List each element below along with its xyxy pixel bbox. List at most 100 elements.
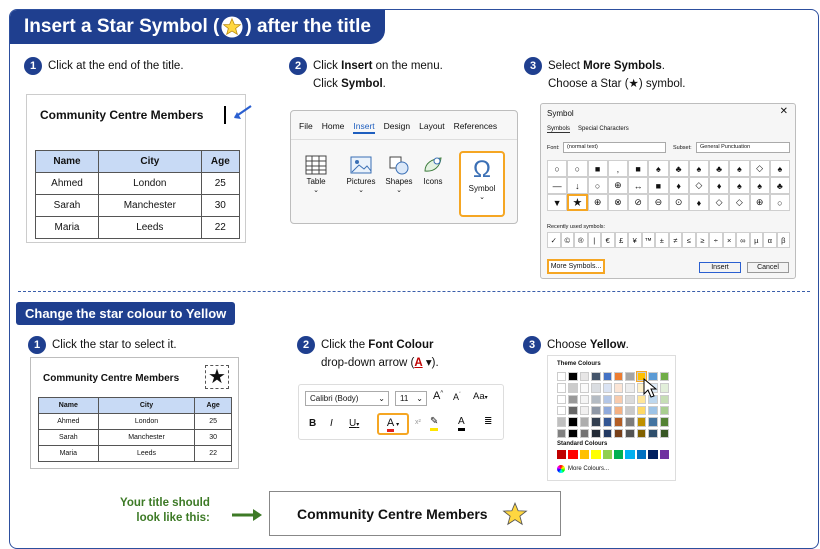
colour-swatch[interactable] xyxy=(659,428,669,438)
symbol-cell[interactable]: ⊙ xyxy=(668,194,689,211)
symbol-cell[interactable]: ♦ xyxy=(709,177,730,194)
symbol-cell[interactable]: ♠ xyxy=(729,177,750,194)
symbol-cell[interactable]: ♣ xyxy=(709,160,730,177)
colour-swatch[interactable] xyxy=(659,383,669,393)
text-colour-button[interactable]: A xyxy=(458,416,465,431)
colour-swatch[interactable] xyxy=(557,450,567,459)
symbol-cell[interactable]: ♣ xyxy=(769,177,790,194)
symbol-cell[interactable]: ■ xyxy=(587,160,608,177)
change-case-button[interactable]: Aa▾ xyxy=(473,391,488,402)
symbol-cell[interactable]: ♠ xyxy=(729,160,750,177)
recent-symbol-cell[interactable]: ™ xyxy=(641,232,655,248)
symbol-cell[interactable]: ◇ xyxy=(749,160,770,177)
recent-symbol-cell[interactable]: ¥ xyxy=(628,232,642,248)
recent-symbol-cell[interactable]: β xyxy=(776,232,790,248)
symbol-cell[interactable]: ♣ xyxy=(668,160,689,177)
align-icon[interactable]: ≣ xyxy=(484,416,492,427)
recent-symbol-cell[interactable]: ≤ xyxy=(682,232,696,248)
colour-swatch[interactable] xyxy=(625,394,635,404)
colour-swatch[interactable] xyxy=(591,394,601,404)
colour-swatch[interactable] xyxy=(579,428,590,438)
recent-symbol-cell[interactable]: ∞ xyxy=(736,232,750,248)
insert-button[interactable]: Insert xyxy=(699,262,741,273)
colour-swatch[interactable] xyxy=(591,428,601,438)
colour-swatch[interactable] xyxy=(648,450,658,459)
colour-swatch[interactable] xyxy=(625,383,635,393)
symbol-cell[interactable]: ◇ xyxy=(688,177,709,194)
colour-swatch[interactable] xyxy=(568,450,578,459)
colour-swatch[interactable] xyxy=(613,417,624,427)
symbol-cell[interactable]: ♦ xyxy=(668,177,689,194)
grow-font-button[interactable]: A^ xyxy=(433,390,443,402)
colour-swatch[interactable] xyxy=(659,417,669,427)
colour-swatch[interactable] xyxy=(648,405,658,416)
table-button[interactable]: Table ⌄ xyxy=(301,155,331,194)
font-size-select[interactable]: 11 ⌄ xyxy=(395,391,427,406)
colour-swatch[interactable] xyxy=(568,372,578,382)
colour-swatch[interactable] xyxy=(613,383,624,393)
symbol-cell[interactable]: ⊘ xyxy=(628,194,649,211)
underline-button[interactable]: U▾ xyxy=(349,418,359,429)
recent-symbol-cell[interactable]: © xyxy=(560,232,574,248)
font-colour-button[interactable]: A ▾ xyxy=(377,413,409,435)
tab-file[interactable]: File xyxy=(299,121,313,134)
colour-swatch[interactable] xyxy=(602,428,612,438)
colour-swatch[interactable] xyxy=(568,405,578,416)
colour-swatch[interactable] xyxy=(613,394,624,404)
colour-swatch[interactable] xyxy=(636,428,647,438)
symbol-cell[interactable]: ⊗ xyxy=(607,194,628,211)
highlight-button[interactable]: ✎ xyxy=(430,416,439,431)
colour-swatch[interactable] xyxy=(625,428,635,438)
colour-swatch[interactable] xyxy=(602,383,612,393)
symbol-cell[interactable]: ↔ xyxy=(628,177,649,194)
symbol-cell[interactable]: ⊕ xyxy=(749,194,770,211)
symbol-cell[interactable]: ♠ xyxy=(648,160,669,177)
colour-swatch[interactable] xyxy=(557,394,567,404)
colour-swatch[interactable] xyxy=(579,405,590,416)
colour-swatch[interactable] xyxy=(636,450,647,459)
colour-swatch[interactable] xyxy=(557,383,567,393)
colour-swatch[interactable] xyxy=(613,405,624,416)
symbol-cell[interactable]: ○ xyxy=(547,160,568,177)
colour-swatch[interactable] xyxy=(613,428,624,438)
subset-select[interactable]: General Punctuation xyxy=(696,142,790,153)
colour-swatch[interactable] xyxy=(659,372,669,382)
recent-symbol-cell[interactable]: ≥ xyxy=(695,232,709,248)
colour-swatch[interactable] xyxy=(602,372,612,382)
font-family-select[interactable]: Calibri (Body) ⌄ xyxy=(305,391,389,406)
colour-swatch[interactable] xyxy=(579,372,590,382)
symbol-cell[interactable]: ■ xyxy=(648,177,669,194)
recent-symbol-cell[interactable]: | xyxy=(587,232,601,248)
tab-references[interactable]: References xyxy=(454,121,497,134)
symbol-cell[interactable]: ○ xyxy=(567,160,588,177)
symbol-cell[interactable]: ♦ xyxy=(688,194,709,211)
colour-swatch[interactable] xyxy=(659,450,669,459)
colour-swatch[interactable] xyxy=(568,417,578,427)
tab-insert[interactable]: Insert xyxy=(353,121,375,134)
colour-swatch[interactable] xyxy=(648,417,658,427)
colour-swatch[interactable] xyxy=(579,383,590,393)
colour-swatch[interactable] xyxy=(613,450,624,459)
colour-swatch[interactable] xyxy=(591,405,601,416)
recent-symbol-cell[interactable]: × xyxy=(722,232,736,248)
colour-swatch[interactable] xyxy=(579,394,590,404)
symbol-cell[interactable]: ♠ xyxy=(769,160,790,177)
tab-symbols[interactable]: Symbols xyxy=(547,126,571,133)
colour-swatch[interactable] xyxy=(602,394,612,404)
colour-swatch[interactable] xyxy=(557,405,567,416)
colour-swatch[interactable] xyxy=(613,372,624,382)
icons-button[interactable]: Icons xyxy=(419,155,447,186)
colour-swatch[interactable] xyxy=(648,428,658,438)
colour-swatch[interactable] xyxy=(568,383,578,393)
shapes-button[interactable]: Shapes ⌄ xyxy=(383,155,415,194)
more-colours-button[interactable]: More Colours... xyxy=(557,465,609,473)
symbol-button[interactable]: Ω Symbol ⌄ xyxy=(459,151,505,217)
selected-star-icon[interactable]: ★ xyxy=(205,365,229,389)
table-heading[interactable]: Community Centre Members xyxy=(40,108,203,122)
symbol-cell[interactable]: ○ xyxy=(587,177,608,194)
close-icon[interactable]: ✕ xyxy=(780,106,788,117)
pictures-button[interactable]: Pictures ⌄ xyxy=(343,155,379,194)
symbol-cell[interactable]: ○ xyxy=(769,194,790,211)
colour-swatch[interactable] xyxy=(557,372,567,382)
cancel-button[interactable]: Cancel xyxy=(747,262,789,273)
